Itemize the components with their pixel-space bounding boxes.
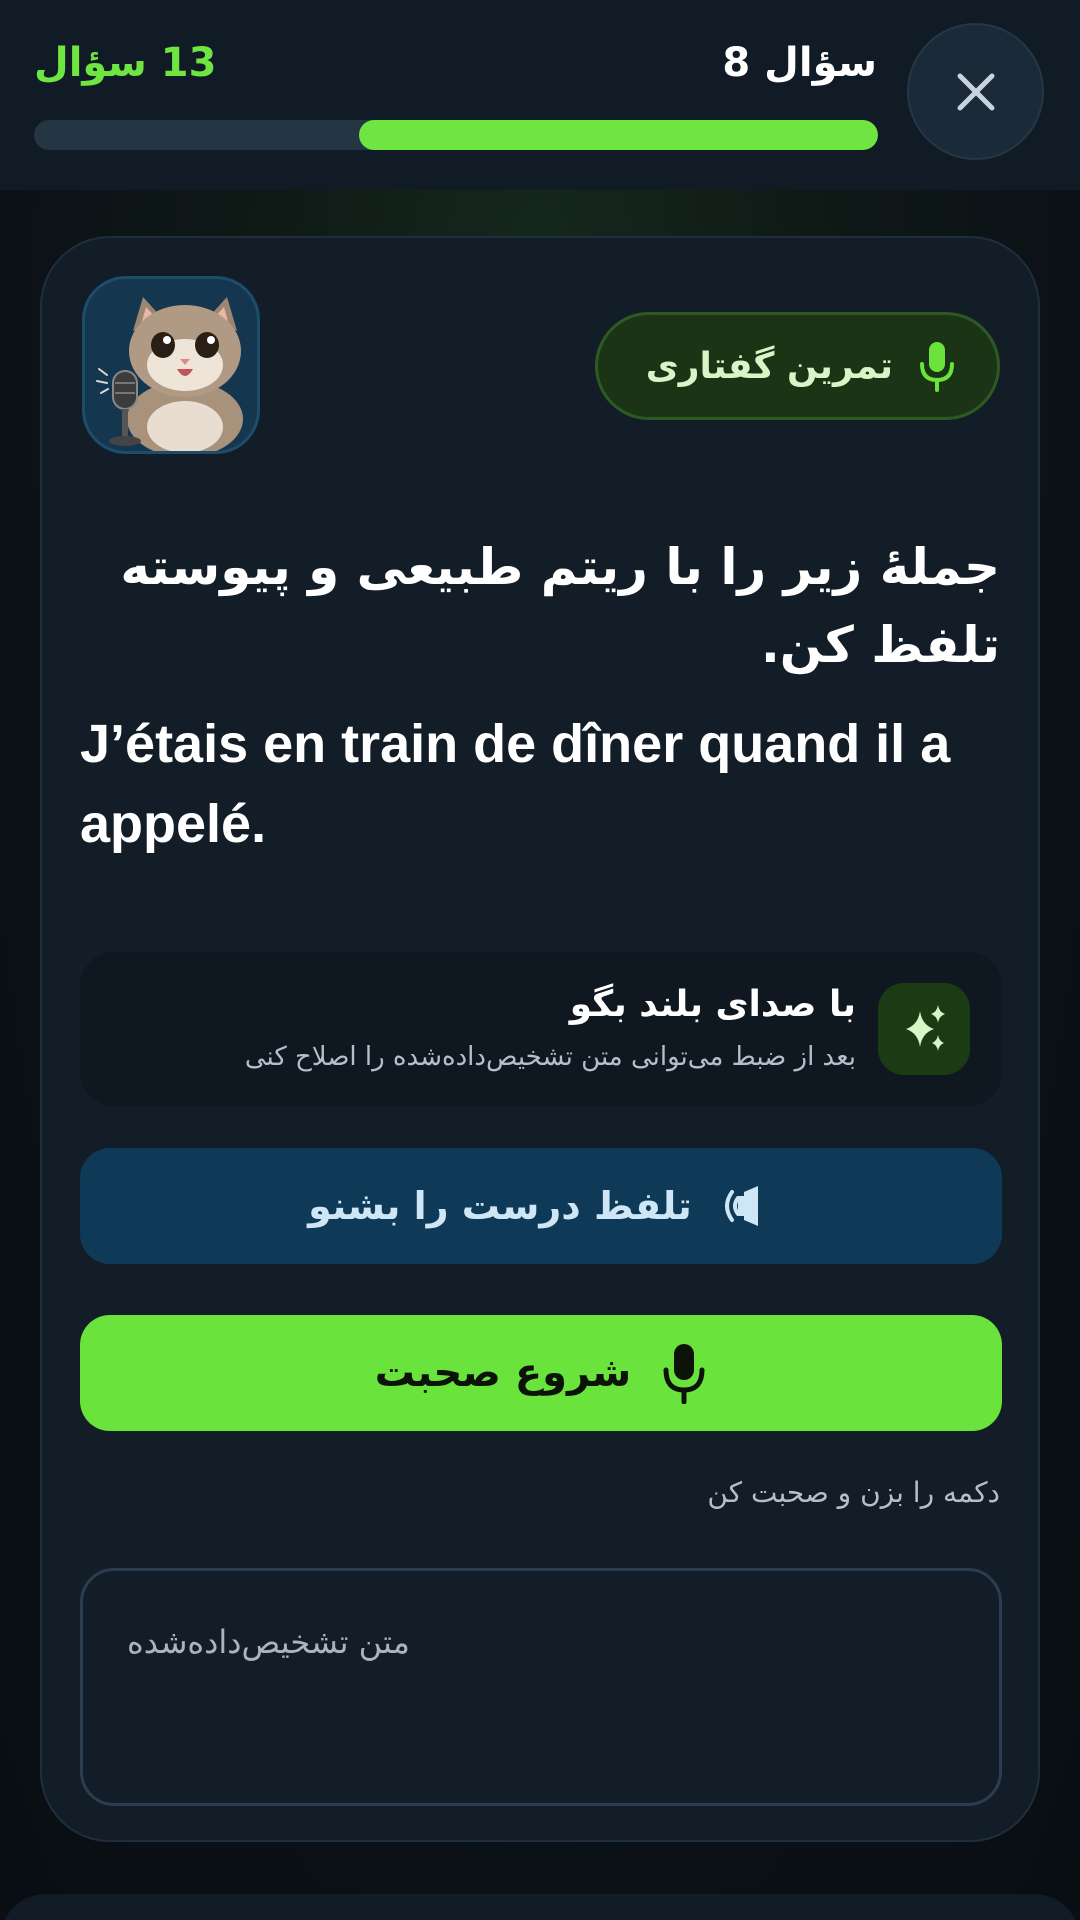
- progress-fill: [358, 120, 878, 150]
- close-button[interactable]: [907, 23, 1044, 160]
- question-counter: سؤال 8: [722, 40, 877, 86]
- question-total: 13 سؤال: [34, 40, 217, 86]
- start-speaking-button[interactable]: شروع صحبت: [80, 1315, 1002, 1431]
- helper-text: دکمه را بزن و صحبت کن: [707, 1476, 1000, 1509]
- progress-bar: [34, 120, 878, 150]
- sparkles-icon: [906, 1005, 945, 1051]
- hint-icon-badge: [878, 983, 970, 1075]
- speak-button-label: شروع صحبت: [374, 1350, 632, 1396]
- screen: سؤال 8 13 سؤال تمرین گفتاری جملهٔ زیر را…: [0, 0, 1080, 1920]
- speaking-practice-tag: تمرین گفتاری: [594, 312, 1000, 420]
- header: سؤال 8 13 سؤال: [0, 0, 1080, 190]
- target-sentence: J’étais en train de dîner quand il a app…: [80, 714, 951, 854]
- speaker-icon: [724, 1186, 758, 1226]
- exercise-card: تمرین گفتاری جملهٔ زیر را با ریتم طبیعی …: [40, 236, 1040, 1842]
- transcript-placeholder: متن تشخیص‌داده‌شده: [127, 1623, 410, 1661]
- hint-title: با صدای بلند بگو: [569, 984, 856, 1025]
- microphone-icon: [920, 342, 954, 392]
- microphone-icon: [663, 1344, 705, 1404]
- transcript-field[interactable]: متن تشخیص‌داده‌شده: [80, 1568, 1002, 1806]
- cat-avatar: [82, 276, 260, 454]
- listen-pronunciation-button[interactable]: تلفظ درست را بشنو: [80, 1148, 1002, 1264]
- instruction-text: جملهٔ زیر را با ریتم طبیعی و پیوسته تلفظ…: [120, 538, 1000, 674]
- bottom-sheet-edge: [0, 1894, 1080, 1920]
- hint-box: با صدای بلند بگو بعد از ضبط می‌توانی متن…: [80, 952, 1002, 1106]
- tag-label: تمرین گفتاری: [645, 345, 893, 387]
- hint-subtitle: بعد از ضبط می‌توانی متن تشخیص‌داده‌شده ر…: [244, 1042, 856, 1072]
- listen-button-label: تلفظ درست را بشنو: [308, 1184, 692, 1228]
- close-icon: [957, 73, 994, 110]
- cat-microphone-icon: [96, 297, 243, 451]
